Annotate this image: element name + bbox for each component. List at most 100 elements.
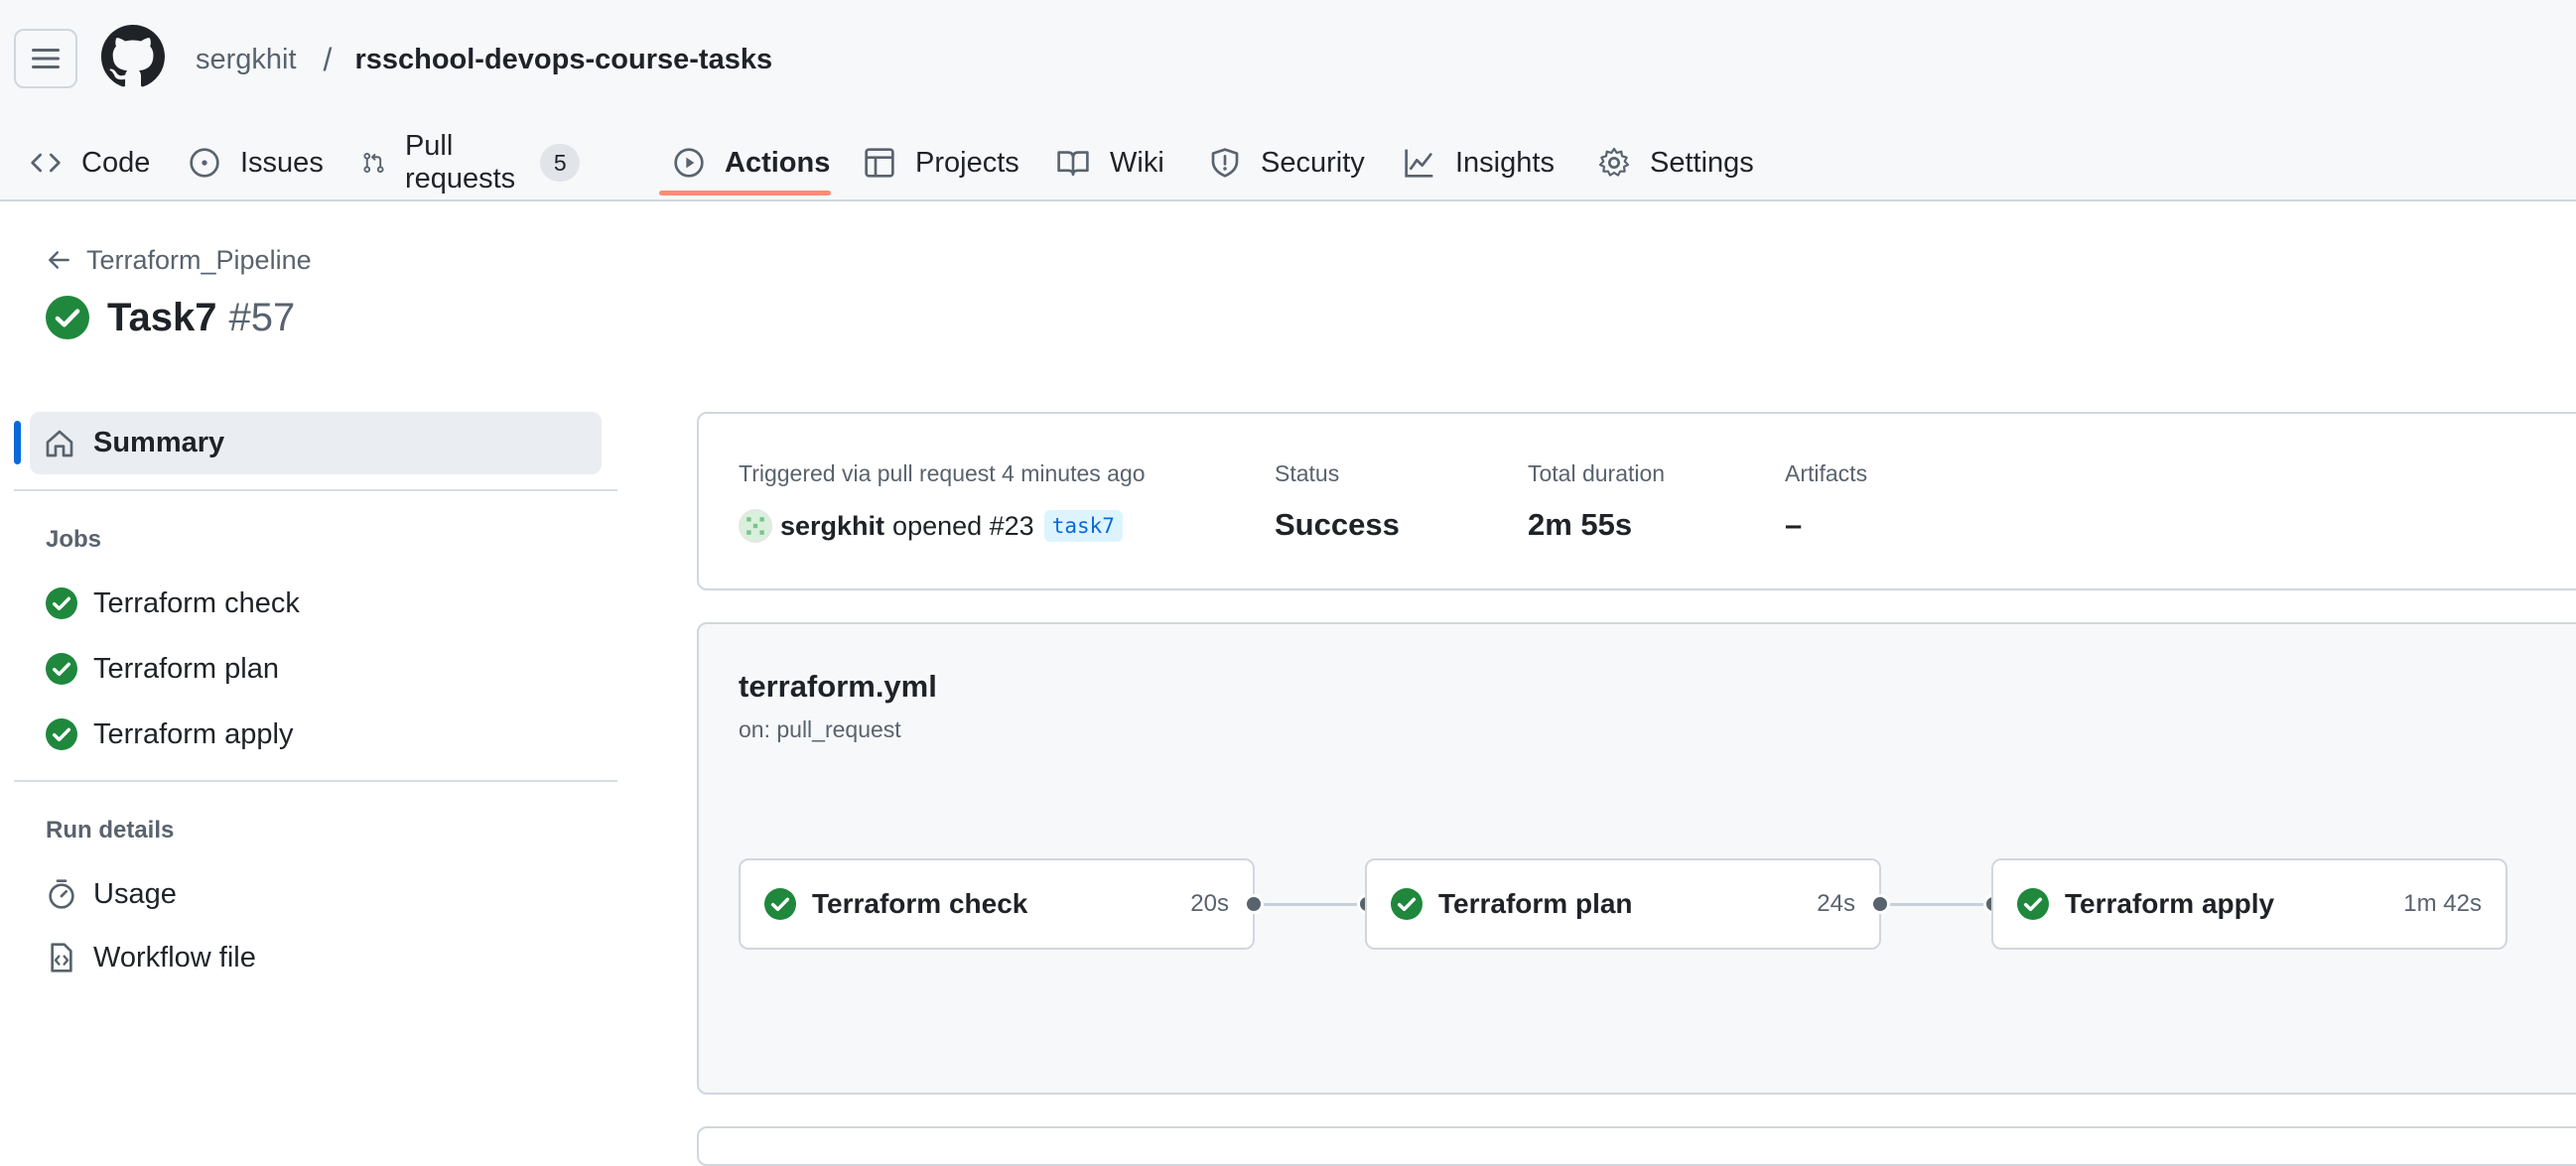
check-circle-fill-icon xyxy=(46,587,77,619)
check-circle-fill-icon xyxy=(2017,888,2049,920)
play-icon xyxy=(674,148,704,178)
home-icon xyxy=(46,430,73,456)
menu-button[interactable] xyxy=(14,29,77,88)
artifacts-label: Artifacts xyxy=(1785,460,1868,486)
gear-icon xyxy=(1598,147,1630,177)
tab-label: Security xyxy=(1261,146,1365,179)
sidebar-run-details-heading: Run details xyxy=(46,817,175,843)
duration-value: 2m 55s xyxy=(1528,507,1633,542)
job-connector xyxy=(1255,903,1366,906)
tab-label: Insights xyxy=(1455,146,1555,179)
code-icon xyxy=(31,153,61,173)
workflow-graph-card: terraform.yml on: pull_request Terraform… xyxy=(697,622,2576,1095)
next-section-card xyxy=(697,1126,2576,1166)
sidebar-item-label: Terraform apply xyxy=(93,717,294,750)
job-connector xyxy=(1881,903,1992,906)
job-node-terraform-apply[interactable]: Terraform apply 1m 42s xyxy=(1991,858,2508,950)
sidebar-jobs-heading: Jobs xyxy=(46,526,102,553)
file-code-icon xyxy=(51,943,72,972)
sidebar-item-label: Terraform check xyxy=(93,586,300,619)
job-name: Terraform apply xyxy=(2065,888,2275,919)
sidebar-active-indicator xyxy=(14,421,21,464)
stopwatch-icon xyxy=(49,879,74,909)
workflow-name: Terraform_Pipeline xyxy=(86,244,312,275)
tab-projects[interactable]: Projects xyxy=(864,125,1019,200)
job-duration: 1m 42s xyxy=(2403,890,2482,917)
check-circle-fill-icon xyxy=(1391,888,1423,920)
job-name: Terraform plan xyxy=(1438,888,1633,919)
tab-label: Projects xyxy=(915,146,1019,179)
sidebar-item-label: Summary xyxy=(93,427,225,458)
tab-actions[interactable]: Actions xyxy=(673,125,830,200)
sidebar-item-label: Usage xyxy=(93,877,177,910)
sidebar-item-label: Workflow file xyxy=(93,941,256,973)
shield-icon xyxy=(1211,148,1239,178)
check-circle-fill-icon xyxy=(46,718,77,750)
job-duration: 20s xyxy=(1190,890,1229,917)
graph-icon xyxy=(1405,149,1433,178)
check-circle-fill-icon xyxy=(46,653,77,685)
sidebar-item-workflow-file[interactable]: Workflow file xyxy=(46,936,256,979)
avatar[interactable] xyxy=(739,509,772,543)
tab-label: Wiki xyxy=(1110,146,1164,179)
tab-wiki[interactable]: Wiki xyxy=(1056,125,1164,200)
sidebar-divider xyxy=(14,489,617,491)
repo-owner-link[interactable]: sergkhit xyxy=(196,44,297,76)
job-output-dot xyxy=(1244,894,1264,914)
job-duration: 24s xyxy=(1817,890,1855,917)
trigger-action[interactable]: opened #23 xyxy=(892,511,1034,542)
tab-label: Issues xyxy=(240,146,324,179)
tab-label: Code xyxy=(81,146,151,179)
issue-opened-icon xyxy=(190,148,219,178)
branch-label[interactable]: task7 xyxy=(1043,510,1123,542)
artifacts-value: – xyxy=(1785,507,1803,542)
tab-security[interactable]: Security xyxy=(1209,125,1365,200)
active-tab-indicator xyxy=(659,191,831,195)
tab-pull-requests[interactable]: Pull requests 5 xyxy=(362,125,581,200)
job-node-terraform-plan[interactable]: Terraform plan 24s xyxy=(1365,858,1881,950)
table-icon xyxy=(865,148,894,178)
status-value: Success xyxy=(1275,507,1400,542)
tab-insights[interactable]: Insights xyxy=(1404,125,1555,200)
sidebar-item-usage[interactable]: Usage xyxy=(46,872,177,916)
trigger-actor: sergkhit opened #23 task7 xyxy=(739,506,1123,546)
git-pull-request-icon xyxy=(363,152,384,174)
pull-requests-counter: 5 xyxy=(540,144,581,182)
actor-link[interactable]: sergkhit xyxy=(780,511,884,542)
book-icon xyxy=(1057,151,1089,177)
page-title: Task7 #57 xyxy=(46,293,295,342)
run-number: #57 xyxy=(228,295,296,339)
sidebar-job-terraform-plan[interactable]: Terraform plan xyxy=(46,647,279,691)
tab-issues[interactable]: Issues xyxy=(189,125,324,200)
job-output-dot xyxy=(1870,894,1890,914)
identicon-icon xyxy=(746,517,764,535)
status-label: Status xyxy=(1275,460,1340,486)
run-title: Task7 xyxy=(107,295,217,339)
hamburger-icon xyxy=(32,49,60,68)
tab-label: Actions xyxy=(725,146,831,179)
duration-label: Total duration xyxy=(1528,460,1666,486)
sidebar-job-terraform-check[interactable]: Terraform check xyxy=(46,582,300,625)
triggered-label: Triggered via pull request 4 minutes ago xyxy=(739,460,1146,486)
run-summary-card: Triggered via pull request 4 minutes ago… xyxy=(697,412,2576,590)
workflow-trigger: on: pull_request xyxy=(739,716,901,742)
repo-name-link[interactable]: rsschool-devops-course-tasks xyxy=(354,44,772,76)
job-name: Terraform check xyxy=(812,888,1028,919)
check-circle-fill-icon xyxy=(46,296,89,339)
tab-code[interactable]: Code xyxy=(30,125,150,200)
workflow-file-name: terraform.yml xyxy=(739,669,937,704)
workflow-back-link[interactable]: Terraform_Pipeline xyxy=(47,242,312,278)
sidebar-job-terraform-apply[interactable]: Terraform apply xyxy=(46,713,293,756)
sidebar-item-summary[interactable]: Summary xyxy=(30,412,602,474)
check-circle-fill-icon xyxy=(764,888,796,920)
github-logo-icon[interactable] xyxy=(101,25,165,88)
breadcrumb-separator: / xyxy=(323,41,333,77)
sidebar-divider xyxy=(14,780,617,782)
tab-settings[interactable]: Settings xyxy=(1598,125,1754,200)
repo-header: sergkhit / rsschool-devops-course-tasks … xyxy=(0,0,2576,201)
arrow-left-icon xyxy=(49,251,69,269)
job-node-terraform-check[interactable]: Terraform check 20s xyxy=(739,858,1255,950)
tab-label: Settings xyxy=(1650,146,1754,179)
sidebar-item-label: Terraform plan xyxy=(93,652,279,685)
tab-label: Pull requests xyxy=(404,130,516,194)
